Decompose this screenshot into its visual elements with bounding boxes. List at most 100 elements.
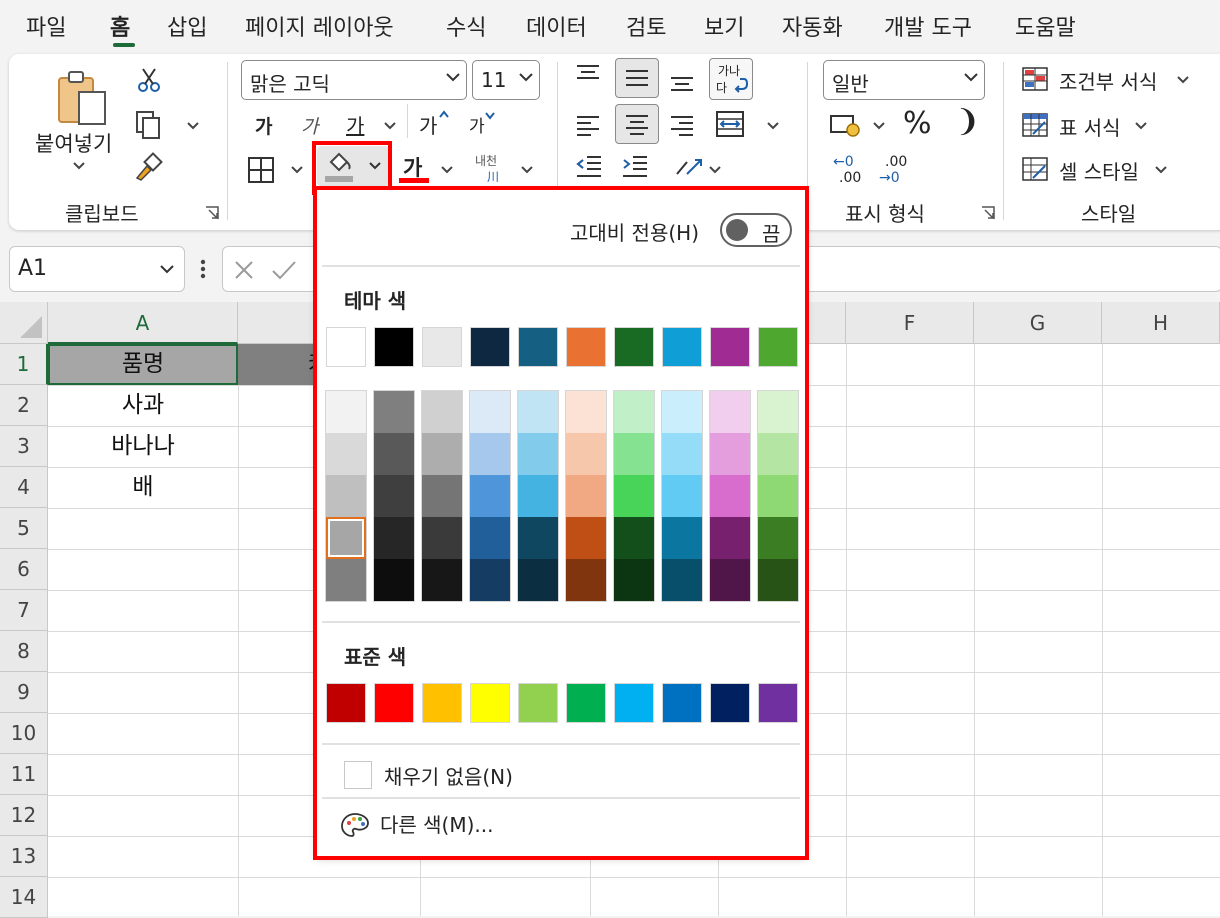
- row-header-6[interactable]: 6: [0, 549, 48, 590]
- align-middle-button[interactable]: [615, 58, 659, 98]
- column-header-g[interactable]: G: [974, 302, 1102, 344]
- align-center-icon: [626, 115, 648, 135]
- increase-decimal-button[interactable]: ←0: [833, 154, 854, 170]
- cell-a4[interactable]: 배: [48, 467, 238, 508]
- chevron-down-icon: [964, 73, 978, 82]
- row-header-5[interactable]: 5: [0, 508, 48, 549]
- tab-help[interactable]: 도움말: [1015, 10, 1076, 42]
- cell-styles-icon: [1022, 157, 1048, 181]
- row-header-1[interactable]: 1: [0, 344, 48, 385]
- copy-icon[interactable]: [133, 110, 163, 140]
- borders-icon[interactable]: [247, 156, 275, 184]
- tab-automate[interactable]: 자동화: [782, 10, 843, 42]
- column-header-a[interactable]: A: [48, 302, 238, 344]
- underline-chevron-icon[interactable]: [384, 122, 396, 130]
- tab-formulas[interactable]: 수식: [446, 10, 486, 42]
- enter-icon[interactable]: [271, 259, 297, 281]
- wrap-text-button[interactable]: 가나 다: [709, 58, 753, 100]
- number-format-combo[interactable]: 일반: [823, 60, 985, 100]
- row-header-12[interactable]: 12: [0, 795, 48, 836]
- cut-icon[interactable]: [135, 66, 163, 94]
- percent-style-button[interactable]: %: [903, 106, 932, 141]
- comma-style-button[interactable]: ❩: [955, 104, 980, 139]
- copy-chevron-icon[interactable]: [187, 122, 199, 130]
- gridline: [48, 877, 1220, 878]
- cell-a3[interactable]: 바나나: [48, 426, 238, 467]
- font-name-combo[interactable]: 맑은 고딕: [241, 60, 467, 100]
- row-header-9[interactable]: 9: [0, 672, 48, 713]
- format-table-button[interactable]: 표 서식: [1059, 112, 1121, 141]
- chevron-down-icon[interactable]: [160, 265, 174, 274]
- increase-font-button[interactable]: 가: [419, 110, 437, 139]
- accounting-chevron-icon[interactable]: [873, 122, 885, 130]
- bold-button[interactable]: 가: [255, 112, 272, 139]
- row-header-7[interactable]: 7: [0, 590, 48, 631]
- paste-button[interactable]: 붙여넣기: [35, 128, 112, 158]
- underline-button[interactable]: 가: [346, 110, 364, 139]
- row-header-11[interactable]: 11: [0, 754, 48, 795]
- more-options-icon[interactable]: [200, 258, 206, 280]
- conditional-format-icon: [1022, 67, 1048, 91]
- borders-chevron-icon[interactable]: [291, 166, 303, 174]
- font-size-combo[interactable]: 11: [472, 60, 540, 100]
- row-header-13[interactable]: 13: [0, 836, 48, 877]
- select-all-icon: [20, 316, 42, 338]
- cell-styles-chevron-icon[interactable]: [1155, 166, 1167, 174]
- row-header-14[interactable]: 14: [0, 877, 48, 918]
- tab-data[interactable]: 데이터: [526, 10, 587, 42]
- tab-view[interactable]: 보기: [704, 10, 744, 42]
- phonetic-chevron-icon[interactable]: [521, 166, 533, 174]
- font-color-chevron-icon[interactable]: [441, 166, 453, 174]
- paste-chevron-icon[interactable]: [73, 162, 85, 170]
- conditional-format-button[interactable]: 조건부 서식: [1059, 66, 1157, 95]
- row-header-3[interactable]: 3: [0, 426, 48, 467]
- format-painter-icon[interactable]: [133, 152, 163, 182]
- tab-developer[interactable]: 개발 도구: [884, 10, 972, 42]
- merge-chevron-icon[interactable]: [767, 122, 779, 130]
- cell-a2[interactable]: 사과: [48, 385, 238, 426]
- row-header-4[interactable]: 4: [0, 467, 48, 508]
- active-tab-indicator: [113, 43, 135, 47]
- wrap-arrow-icon: [734, 78, 748, 93]
- styles-group-label: 스타일: [1081, 202, 1137, 226]
- tab-file[interactable]: 파일: [26, 10, 66, 42]
- clipboard-launcher-icon[interactable]: [205, 206, 219, 220]
- paste-icon[interactable]: [53, 68, 109, 128]
- align-left-icon[interactable]: [575, 114, 601, 136]
- tab-insert[interactable]: 삽입: [167, 10, 207, 42]
- increase-indent-icon[interactable]: [621, 154, 649, 180]
- menu-bar: 파일 홈 삽입 페이지 레이아웃 수식 데이터 검토 보기 자동화 개발 도구 …: [0, 0, 1220, 52]
- select-all-corner[interactable]: [0, 302, 48, 344]
- wrap-text-bottom: 다: [716, 81, 728, 95]
- conditional-chevron-icon[interactable]: [1177, 76, 1189, 84]
- italic-button[interactable]: 가: [301, 112, 318, 139]
- align-top-icon[interactable]: [575, 64, 601, 84]
- decrease-decimal-button[interactable]: .00: [885, 154, 907, 170]
- decrease-font-button[interactable]: 가: [469, 112, 485, 137]
- tab-review[interactable]: 검토: [626, 10, 666, 42]
- name-box[interactable]: A1: [9, 246, 185, 292]
- cancel-icon[interactable]: [233, 259, 255, 281]
- number-format-value: 일반: [832, 72, 869, 96]
- orientation-icon[interactable]: [673, 154, 703, 182]
- column-header-h[interactable]: H: [1102, 302, 1220, 344]
- cell-styles-button[interactable]: 셀 스타일: [1059, 156, 1139, 185]
- cell-a1[interactable]: 품명: [48, 344, 238, 385]
- accounting-format-icon[interactable]: [829, 112, 861, 138]
- orientation-chevron-icon[interactable]: [709, 166, 721, 174]
- column-header-f[interactable]: F: [846, 302, 974, 344]
- decrease-indent-icon[interactable]: [575, 154, 603, 180]
- tab-home[interactable]: 홈: [110, 10, 130, 42]
- name-box-value: A1: [18, 256, 48, 281]
- align-right-icon[interactable]: [669, 114, 695, 136]
- row-header-10[interactable]: 10: [0, 713, 48, 754]
- row-header-8[interactable]: 8: [0, 631, 48, 672]
- merge-center-icon[interactable]: [715, 110, 745, 138]
- phonetic-guide-button[interactable]: 내천: [475, 152, 497, 169]
- row-header-2[interactable]: 2: [0, 385, 48, 426]
- align-center-button[interactable]: [615, 104, 659, 144]
- tab-page-layout[interactable]: 페이지 레이아웃: [245, 10, 394, 42]
- format-table-chevron-icon[interactable]: [1135, 122, 1147, 130]
- align-bottom-icon[interactable]: [669, 72, 695, 92]
- number-launcher-icon[interactable]: [981, 206, 995, 220]
